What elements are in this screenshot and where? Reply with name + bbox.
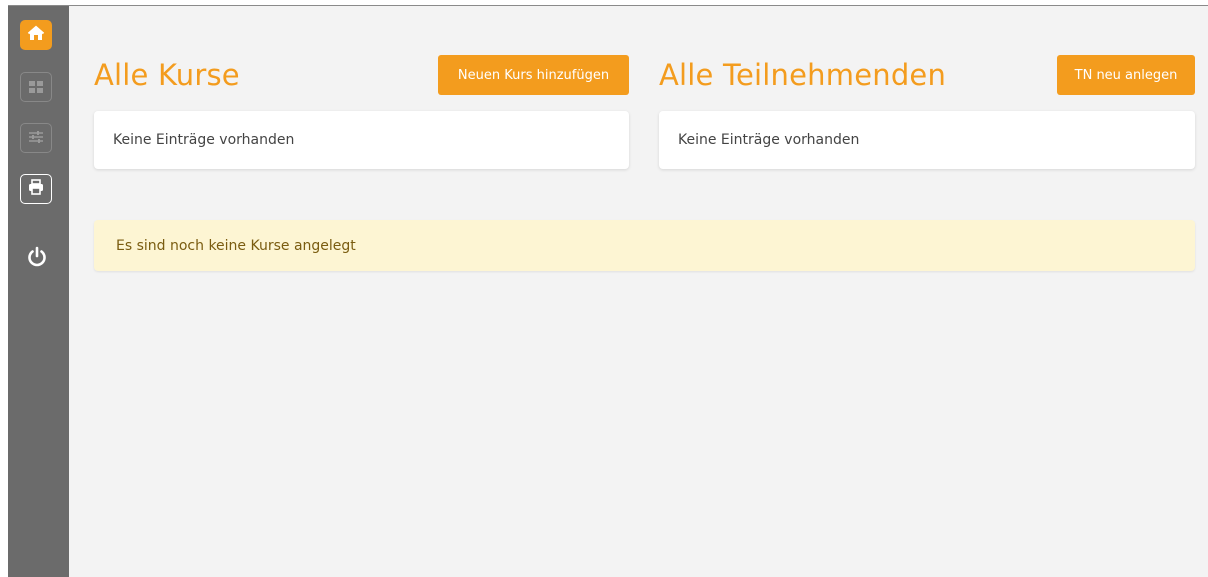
- sidebar-item-print[interactable]: [20, 174, 52, 204]
- print-icon: [28, 179, 44, 199]
- participants-title: Alle Teilnehmenden: [659, 58, 947, 92]
- sidebar-item-settings[interactable]: [20, 123, 52, 153]
- participants-list: Keine Einträge vorhanden: [659, 111, 1195, 169]
- main-content: Alle Kurse Neuen Kurs hinzufügen Keine E…: [69, 6, 1208, 577]
- sliders-icon: [28, 129, 44, 148]
- sidebar: [8, 6, 69, 577]
- logout-button[interactable]: [22, 244, 52, 274]
- home-icon: [27, 25, 45, 45]
- add-participant-button[interactable]: TN neu anlegen: [1057, 55, 1195, 95]
- alert-text: Es sind noch keine Kurse angelegt: [116, 237, 356, 254]
- courses-empty-text: Keine Einträge vorhanden: [113, 132, 295, 148]
- add-course-button[interactable]: Neuen Kurs hinzufügen: [438, 55, 629, 95]
- no-courses-alert: Es sind noch keine Kurse angelegt: [94, 220, 1195, 271]
- sidebar-item-dashboard[interactable]: [20, 72, 52, 102]
- power-icon: [26, 246, 48, 272]
- dashboard-grid-icon: [29, 78, 43, 97]
- participants-empty-text: Keine Einträge vorhanden: [678, 132, 860, 148]
- courses-title: Alle Kurse: [94, 58, 240, 92]
- sidebar-item-home[interactable]: [20, 20, 52, 50]
- courses-list: Keine Einträge vorhanden: [94, 111, 629, 169]
